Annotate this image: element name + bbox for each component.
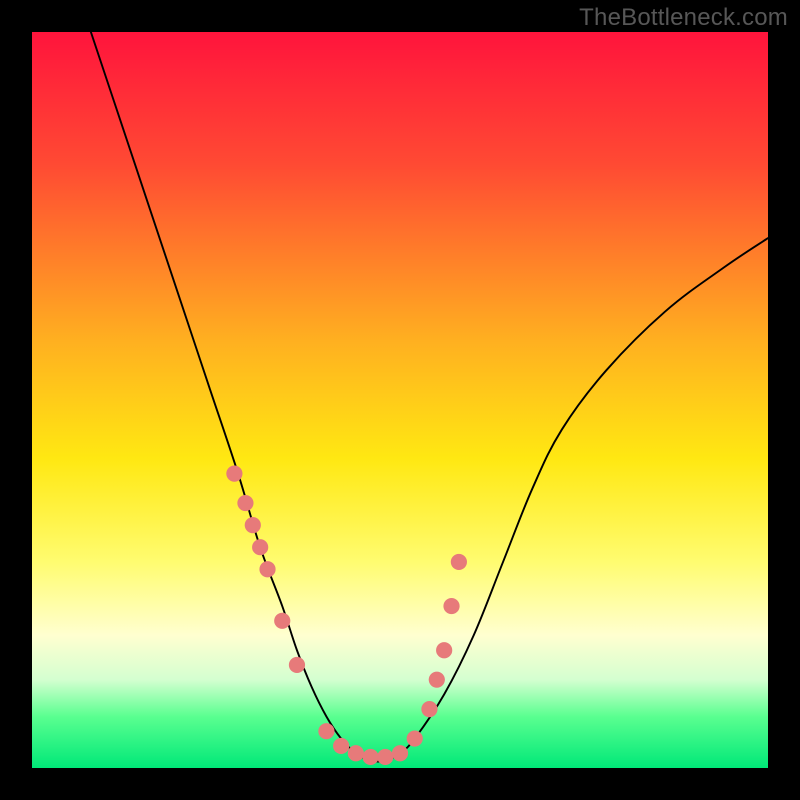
marker-dot xyxy=(274,613,290,629)
marker-dot xyxy=(377,749,393,765)
marker-dot xyxy=(252,539,268,555)
watermark-text: TheBottleneck.com xyxy=(579,4,788,32)
marker-dot xyxy=(421,701,437,717)
marker-dot xyxy=(436,642,452,658)
marker-dot xyxy=(237,495,253,511)
marker-dot xyxy=(259,561,275,577)
highlight-markers xyxy=(226,466,467,766)
marker-dot xyxy=(226,466,242,482)
curve-svg xyxy=(32,32,768,768)
marker-dot xyxy=(362,749,378,765)
marker-dot xyxy=(443,598,459,614)
marker-dot xyxy=(333,738,349,754)
marker-dot xyxy=(429,672,445,688)
marker-dot xyxy=(451,554,467,570)
marker-dot xyxy=(289,657,305,673)
marker-dot xyxy=(407,730,423,746)
marker-dot xyxy=(245,517,261,533)
marker-dot xyxy=(318,723,334,739)
bottleneck-curve xyxy=(91,32,768,762)
chart-frame: TheBottleneck.com xyxy=(0,0,800,800)
marker-dot xyxy=(348,745,364,761)
marker-dot xyxy=(392,745,408,761)
plot-area xyxy=(32,32,768,768)
